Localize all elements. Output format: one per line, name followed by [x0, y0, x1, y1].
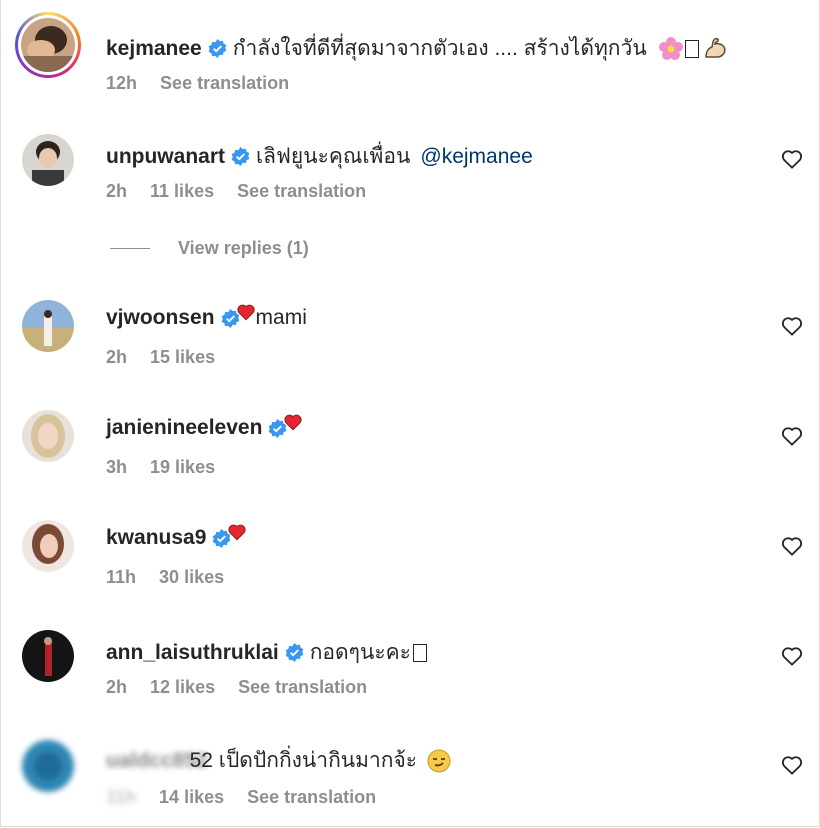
- username[interactable]: kejmanee: [106, 37, 202, 61]
- heart-icon[interactable]: [781, 646, 803, 666]
- verified-badge-icon: [231, 147, 250, 166]
- username[interactable]: unpuwanart: [106, 145, 225, 169]
- comment-text: กอดๆนะคะ: [309, 641, 411, 664]
- username[interactable]: janienineeleven: [106, 416, 262, 440]
- red-heart-emoji-icon: [284, 414, 303, 431]
- heart-icon[interactable]: [781, 536, 803, 556]
- view-replies-button[interactable]: View replies (1): [110, 238, 309, 259]
- comment-text: 52 เป็ดปักกิ่งน่ากินมากจ้ะ: [187, 744, 418, 777]
- likes-count[interactable]: 14 likes: [159, 787, 224, 807]
- comment-time: 3h: [106, 457, 128, 477]
- mention-link[interactable]: @kejmanee: [420, 145, 532, 169]
- username[interactable]: ann_laisuthruklai: [106, 641, 279, 665]
- flower-emoji-icon: [658, 36, 683, 61]
- heart-icon[interactable]: [781, 755, 803, 775]
- comment-time: 11h: [106, 787, 137, 807]
- missing-glyph-icon: [684, 39, 699, 58]
- comment-time: 11h: [106, 567, 137, 587]
- verified-badge-icon: [208, 39, 227, 58]
- avatar[interactable]: [22, 630, 74, 682]
- replies-divider: [110, 248, 150, 249]
- likes-count[interactable]: 11 likes: [150, 181, 214, 201]
- comment-time: 2h: [106, 347, 128, 367]
- avatar[interactable]: [15, 12, 81, 78]
- username[interactable]: ualdcc852: [106, 749, 208, 773]
- comment-time: 2h: [106, 677, 128, 697]
- comment-time: 2h: [106, 181, 128, 201]
- username[interactable]: vjwoonsen: [106, 306, 215, 330]
- red-heart-emoji-icon: [228, 524, 247, 541]
- comment-time: 12h: [106, 73, 138, 93]
- flexed-biceps-icon: [703, 37, 729, 61]
- avatar[interactable]: [22, 520, 74, 572]
- likes-count[interactable]: 12 likes: [150, 677, 215, 697]
- avatar[interactable]: [22, 134, 74, 186]
- avatar[interactable]: [22, 740, 74, 792]
- see-translation-link[interactable]: See translation: [160, 73, 289, 93]
- missing-glyph-icon: [412, 643, 427, 662]
- comments-panel: [0, 0, 820, 827]
- comment-text: กำลังใจที่ดีที่สุดมาจากตัวเอง .... สร้าง…: [232, 37, 647, 60]
- comment-text: mami: [255, 306, 307, 329]
- likes-count[interactable]: 15 likes: [150, 347, 215, 367]
- heart-icon[interactable]: [781, 316, 803, 336]
- red-heart-emoji-icon: [236, 304, 255, 321]
- likes-count[interactable]: 19 likes: [150, 457, 215, 477]
- see-translation-link[interactable]: See translation: [237, 181, 366, 201]
- heart-icon[interactable]: [781, 426, 803, 446]
- avatar[interactable]: [22, 410, 74, 462]
- view-replies-label: View replies (1): [178, 238, 309, 258]
- avatar[interactable]: [22, 300, 74, 352]
- see-translation-link[interactable]: See translation: [238, 677, 367, 697]
- verified-badge-icon: [285, 643, 304, 662]
- comment-text: เลิฟยูนะคุณเพื่อน: [256, 145, 411, 168]
- username[interactable]: kwanusa9: [106, 526, 206, 550]
- heart-icon[interactable]: [781, 149, 803, 169]
- likes-count[interactable]: 30 likes: [159, 567, 224, 587]
- see-translation-link[interactable]: See translation: [247, 787, 376, 807]
- smirking-face-emoji-icon: [427, 749, 451, 773]
